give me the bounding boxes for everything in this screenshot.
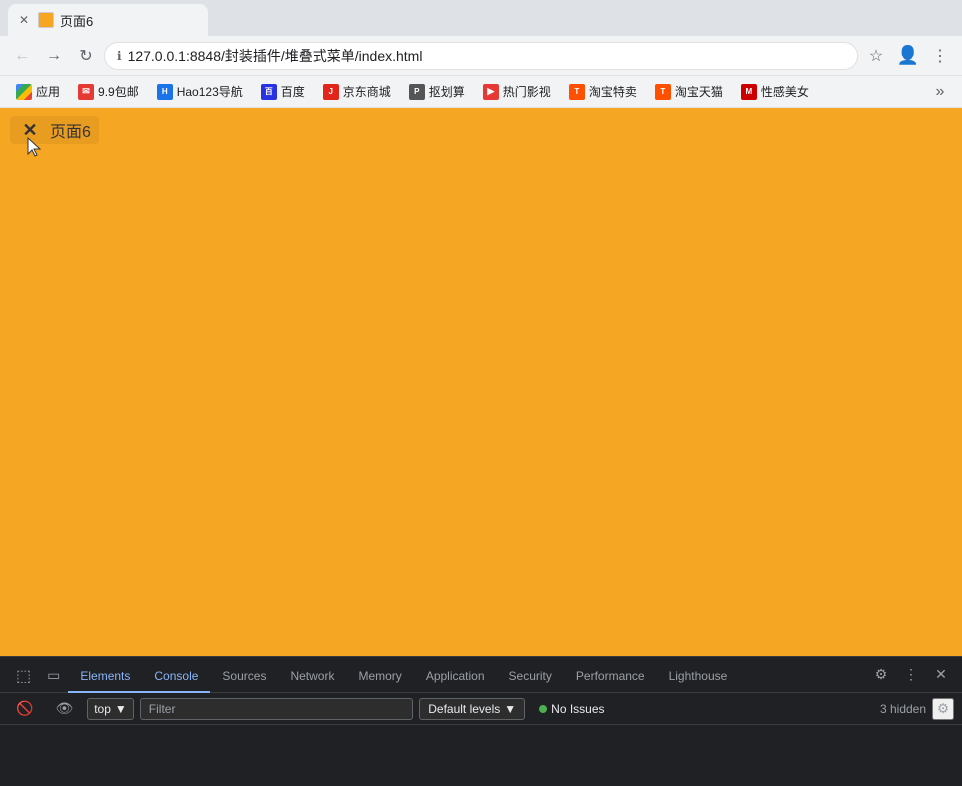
log-levels-selector[interactable]: Default levels ▼	[419, 698, 525, 720]
devtools-close-button[interactable]: ✕	[928, 662, 954, 688]
context-value: top	[94, 702, 111, 716]
devtools-tab-memory[interactable]: Memory	[346, 661, 413, 693]
url-text: 127.0.0.1:8848/封装插件/堆叠式菜单/index.html	[128, 46, 845, 66]
tab-favicon	[38, 12, 54, 28]
back-button[interactable]: ←	[8, 42, 36, 70]
bookmark-label-poly: 抠划算	[429, 83, 465, 100]
bookmark-item-poly[interactable]: P 抠划算	[401, 80, 473, 104]
star-icon: ☆	[869, 46, 883, 66]
lock-icon: ℹ	[117, 49, 122, 63]
hotfilm-favicon: ▶	[483, 84, 499, 100]
devtools-tab-network[interactable]: Network	[278, 661, 346, 693]
console-filter-toggle[interactable]: 👁	[47, 698, 81, 720]
browser-frame: ✕ 页面6 ← → ↻ ℹ 127.0.0.1:8848/封装插件/堆叠式菜单/…	[0, 0, 962, 786]
page-indicator: ✕ 页面6	[10, 116, 99, 144]
refresh-button[interactable]: ↻	[72, 42, 100, 70]
bookmark-item-mail[interactable]: ✉ 9.9包邮	[70, 80, 147, 104]
devtools-tab-elements[interactable]: Elements	[68, 661, 142, 693]
bookmark-item-hotfilm[interactable]: ▶ 热门影视	[475, 80, 559, 104]
bookmark-item-meitui[interactable]: M 性感美女	[733, 80, 817, 104]
bookmark-label-meitui: 性感美女	[761, 83, 809, 100]
levels-label: Default levels	[428, 702, 500, 716]
bookmark-item-baidu[interactable]: 百 百度	[253, 80, 313, 104]
devtools-icon-device[interactable]: ▭	[39, 661, 68, 693]
menu-icon: ⋮	[932, 46, 948, 66]
page-close-button[interactable]: ✕	[18, 118, 42, 142]
jd-favicon: J	[323, 84, 339, 100]
hidden-count-label: 3 hidden	[880, 702, 926, 716]
bookmark-item-taobao-special[interactable]: T 淘宝特卖	[561, 80, 645, 104]
bookmarks-more-icon: »	[936, 83, 945, 101]
bookmarks-bar: 应用 ✉ 9.9包邮 H Hao123导航 百 百度 J 京东商城 P 抠划算 …	[0, 76, 962, 108]
bookmark-star-button[interactable]: ☆	[862, 42, 890, 70]
issues-badge[interactable]: No Issues	[531, 698, 612, 720]
devtools-panel: ⬚ ▭ Elements Console Sources Network	[0, 656, 962, 786]
eye-icon: 👁	[55, 700, 73, 717]
devtools-settings-button[interactable]: ⚙	[868, 662, 894, 688]
bookmark-label-jd: 京东商城	[343, 83, 391, 100]
refresh-icon: ↻	[79, 46, 92, 66]
forward-button[interactable]: →	[40, 42, 68, 70]
settings-icon: ⚙	[875, 666, 888, 683]
more-icon: ⋮	[904, 666, 918, 683]
taobao-special-favicon: T	[569, 84, 585, 100]
poly-favicon: P	[409, 84, 425, 100]
close-icon: ✕	[935, 666, 947, 683]
page-content: ✕ 页面6	[0, 108, 962, 656]
hao123-favicon: H	[157, 84, 173, 100]
device-icon: ▭	[47, 667, 60, 684]
clear-console-button[interactable]: 🚫	[8, 698, 41, 720]
devtools-tab-lighthouse[interactable]: Lighthouse	[657, 661, 740, 693]
bookmark-label-taobao-sky: 淘宝天猫	[675, 83, 723, 100]
browser-toolbar: ← → ↻ ℹ 127.0.0.1:8848/封装插件/堆叠式菜单/index.…	[0, 36, 962, 76]
console-settings-icon: ⚙	[937, 701, 949, 717]
forward-icon: →	[46, 47, 62, 65]
issues-label: No Issues	[551, 702, 604, 716]
meitui-favicon: M	[741, 84, 757, 100]
context-arrow-icon: ▼	[115, 702, 127, 716]
taobao-sky-favicon: T	[655, 84, 671, 100]
profile-icon: 👤	[897, 45, 919, 66]
devtools-tab-console[interactable]: Console	[142, 661, 210, 693]
bookmark-label-hotfilm: 热门影视	[503, 83, 551, 100]
devtools-tab-performance[interactable]: Performance	[564, 661, 657, 693]
back-icon: ←	[14, 47, 30, 65]
devtools-tab-sources[interactable]: Sources	[210, 661, 278, 693]
menu-button[interactable]: ⋮	[926, 42, 954, 70]
inspect-icon: ⬚	[16, 666, 31, 686]
console-settings-button[interactable]: ⚙	[932, 698, 954, 720]
bookmark-label-baidu: 百度	[281, 83, 305, 100]
levels-arrow-icon: ▼	[504, 702, 516, 716]
filter-placeholder: Filter	[149, 702, 176, 716]
bookmark-item-taobao-sky[interactable]: T 淘宝天猫	[647, 80, 731, 104]
page-close-icon: ✕	[22, 120, 37, 141]
devtools-console-bar: 🚫 👁 top ▼ Filter Default levels ▼	[0, 693, 962, 725]
context-selector[interactable]: top ▼	[87, 698, 134, 720]
tab-close-button[interactable]: ✕	[16, 12, 32, 28]
mail-favicon: ✉	[78, 84, 94, 100]
devtools-icon-inspect[interactable]: ⬚	[8, 661, 39, 693]
bookmark-label-apps: 应用	[36, 83, 60, 100]
bookmarks-more-button[interactable]: »	[926, 80, 954, 104]
profile-button[interactable]: 👤	[894, 42, 922, 70]
page-title: 页面6	[50, 118, 91, 142]
devtools-tab-security[interactable]: Security	[497, 661, 564, 693]
browser-tab[interactable]: ✕ 页面6	[8, 4, 208, 36]
devtools-more-button[interactable]: ⋮	[898, 662, 924, 688]
clear-icon: 🚫	[16, 700, 33, 717]
apps-favicon	[16, 84, 32, 100]
tab-title: 页面6	[60, 11, 200, 30]
bookmark-item-hao123[interactable]: H Hao123导航	[149, 80, 251, 104]
console-filter-input[interactable]: Filter	[140, 698, 413, 720]
devtools-tab-application[interactable]: Application	[414, 661, 497, 693]
bookmark-label-mail: 9.9包邮	[98, 83, 139, 100]
bookmark-item-apps[interactable]: 应用	[8, 80, 68, 104]
baidu-favicon: 百	[261, 84, 277, 100]
issues-dot-icon	[539, 705, 547, 713]
bookmark-label-taobao-special: 淘宝特卖	[589, 83, 637, 100]
bookmark-label-hao123: Hao123导航	[177, 83, 243, 100]
tab-bar: ✕ 页面6	[0, 0, 962, 36]
address-bar[interactable]: ℹ 127.0.0.1:8848/封装插件/堆叠式菜单/index.html	[104, 42, 858, 70]
bookmark-item-jd[interactable]: J 京东商城	[315, 80, 399, 104]
